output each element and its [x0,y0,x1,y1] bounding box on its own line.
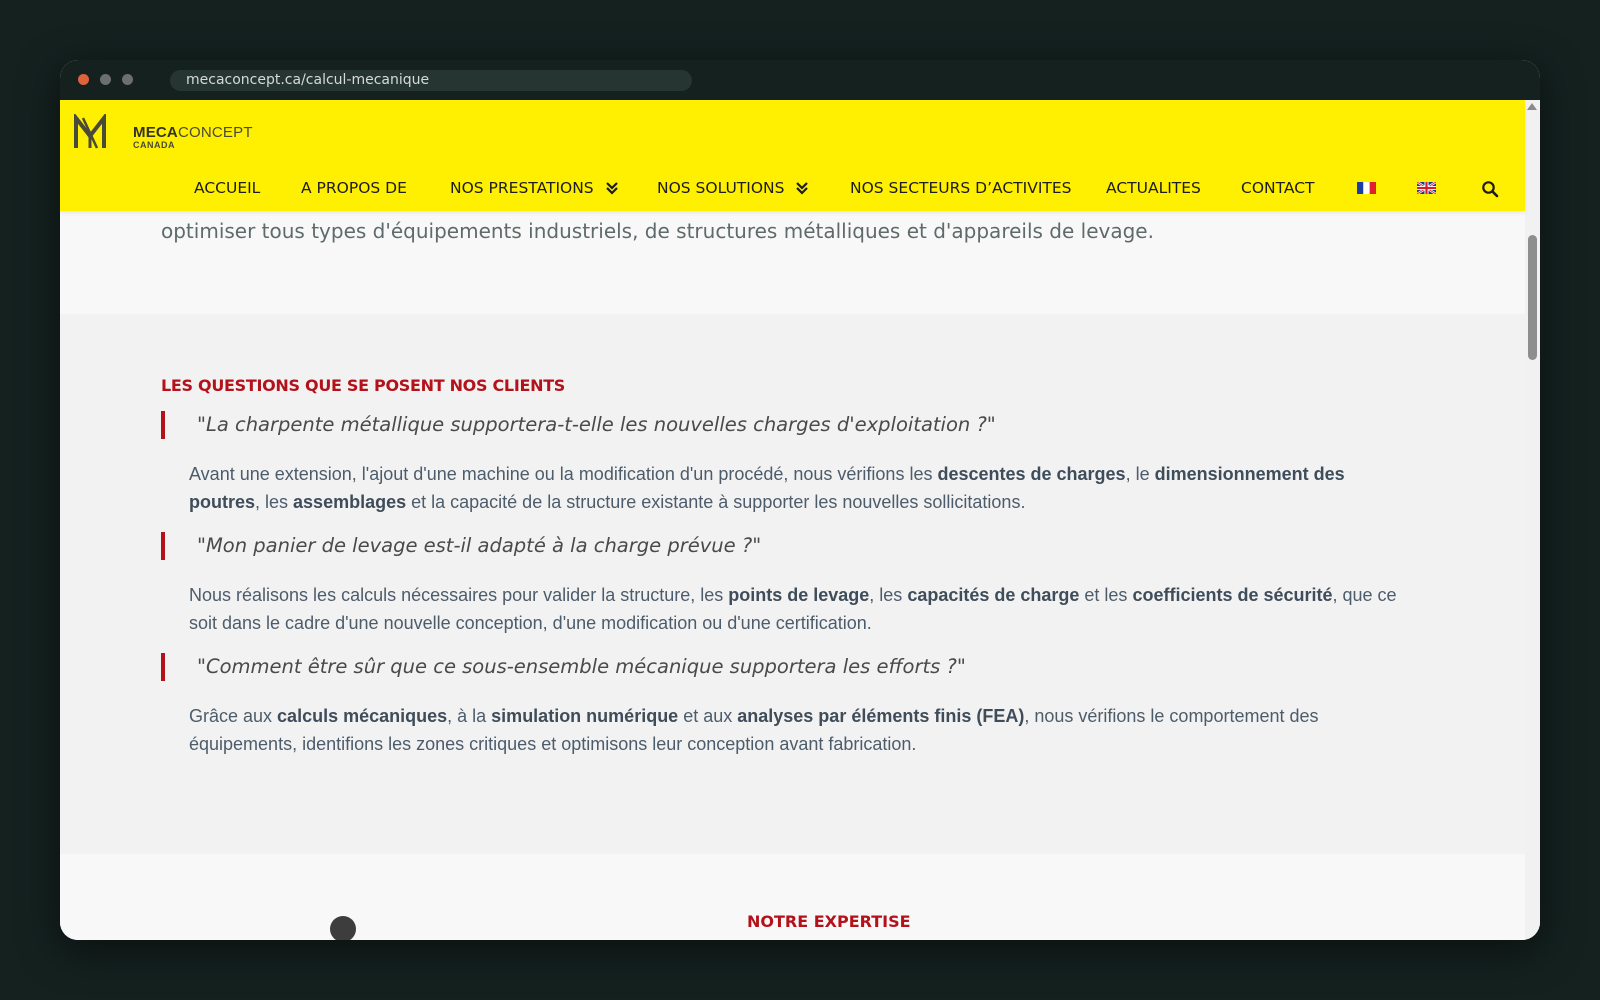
answer-text: et aux [678,706,738,726]
logo-subtitle: CANADA [133,140,175,150]
expertise-title: NOTRE EXPERTISE [747,912,911,931]
nav-item-prestations-label: NOS PRESTATIONS [450,179,594,197]
nav-item-prestations[interactable]: NOS PRESTATIONS [450,168,619,208]
answer-keyword: calculs mécaniques [277,706,448,726]
client-questions-section: LES QUESTIONS QUE SE POSENT NOS CLIENTS … [60,314,1525,854]
answer-text: , les [255,492,294,512]
answer-keyword: simulation numérique [491,706,679,726]
answer-keyword: analyses par éléments finis (FEA) [737,706,1025,726]
page-scrollbar[interactable] [1525,100,1540,940]
site-header: MECACONCEPT CANADA ACCUEIL A PROPOS DE N… [60,100,1525,211]
double-chevron-down-icon [796,182,809,195]
main-nav: ACCUEIL A PROPOS DE NOS PRESTATIONS NOS … [60,168,1525,208]
answer-keyword: capacités de charge [907,585,1080,605]
nav-item-contact[interactable]: CONTACT [1241,168,1315,208]
answer-text: Grâce aux [189,706,278,726]
question-3: "Comment être sûr que ce sous-ensemble m… [161,653,1391,681]
expert-avatar [330,916,356,940]
scroll-up-arrow-icon[interactable] [1527,103,1537,110]
nav-item-accueil[interactable]: ACCUEIL [194,168,260,208]
browser-titlebar: mecaconcept.ca/calcul-mecanique [60,60,1540,100]
answer-2: Nous réalisons les calculs nécessaires p… [189,581,1419,637]
logo-wordmark: MECACONCEPT [133,124,253,141]
minimize-window-button[interactable] [100,74,111,85]
answer-keyword: coefficients de sécurité [1132,585,1333,605]
answer-text: et la capacité de la structure existante… [406,492,1026,512]
answer-3: Grâce aux calculs mécaniques, à la simul… [189,702,1419,758]
double-chevron-down-icon [605,182,618,195]
question-2: "Mon panier de levage est-il adapté à la… [161,532,1391,560]
scrollbar-thumb[interactable] [1528,235,1537,360]
section-title: LES QUESTIONS QUE SE POSENT NOS CLIENTS [161,376,566,395]
flag-fr-icon[interactable] [1357,182,1376,194]
nav-item-a-propos[interactable]: A PROPOS DE [301,168,407,208]
answer-keyword: descentes de charges [937,464,1126,484]
close-window-button[interactable] [78,74,89,85]
nav-item-secteurs[interactable]: NOS SECTEURS D’ACTIVITES [850,168,1072,208]
nav-item-actualites[interactable]: ACTUALITES [1106,168,1201,208]
flag-uk-icon[interactable] [1417,182,1436,194]
answer-keyword: points de levage [728,585,870,605]
answer-text: , le [1125,464,1155,484]
answer-keyword: assemblages [293,492,407,512]
answer-text: et les [1079,585,1133,605]
page-viewport: optimiser tous types d'équipements indus… [60,100,1540,940]
answer-text: Avant une extension, l'ajout d'une machi… [189,464,938,484]
answer-text: , les [869,585,908,605]
answer-1: Avant une extension, l'ajout d'une machi… [189,460,1419,516]
nav-item-solutions[interactable]: NOS SOLUTIONS [657,168,809,208]
intro-paragraph: optimiser tous types d'équipements indus… [161,219,1154,243]
nav-item-solutions-label: NOS SOLUTIONS [657,179,785,197]
expertise-section: NOTRE EXPERTISE [60,854,1525,940]
maximize-window-button[interactable] [122,74,133,85]
answer-text: Nous réalisons les calculs nécessaires p… [189,585,729,605]
question-1: "La charpente métallique supportera-t-el… [161,411,1391,439]
site-logo[interactable]: MECACONCEPT CANADA [73,114,273,154]
address-bar[interactable]: mecaconcept.ca/calcul-mecanique [170,70,692,91]
search-icon[interactable] [1481,180,1499,198]
browser-window: mecaconcept.ca/calcul-mecanique optimise… [60,60,1540,940]
answer-text: , à la [447,706,492,726]
logo-mark-icon [74,114,106,149]
